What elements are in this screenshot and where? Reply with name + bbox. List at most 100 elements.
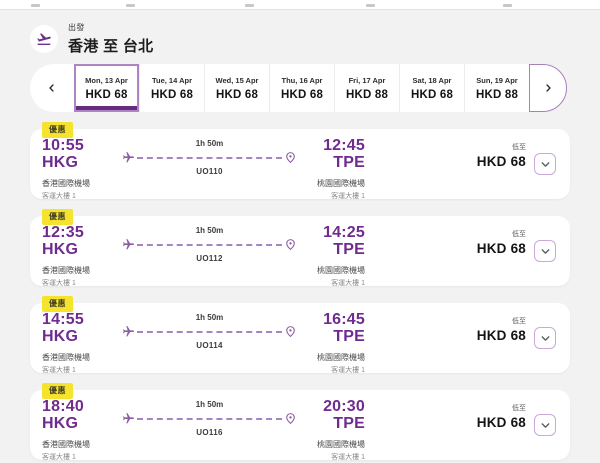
date-label: Tue, 14 Apr xyxy=(151,75,192,85)
departure-time: 12:35 xyxy=(42,224,84,241)
price-label: 低至 xyxy=(512,231,526,238)
route-block: 1h 50m UO112 xyxy=(122,216,297,263)
promo-badge: 優惠 xyxy=(42,122,73,138)
arrival-code: TPE xyxy=(333,240,365,258)
departure-block: 14:55 HKG 香港國際機場 客運大樓 1 xyxy=(42,303,122,375)
plane-right-icon xyxy=(123,326,134,337)
direction-label: 出發 xyxy=(68,23,85,32)
price-value: HKD 68 xyxy=(476,415,526,430)
expand-fare-button[interactable] xyxy=(534,414,556,436)
flight-number: UO116 xyxy=(196,428,223,437)
date-label: Fri, 17 Apr xyxy=(348,75,386,85)
price-block: 低至 HKD 68 xyxy=(477,216,526,256)
expand-fare-button[interactable] xyxy=(534,153,556,175)
chevron-down-icon xyxy=(541,422,549,428)
chevron-down-icon xyxy=(541,248,549,254)
flight-result-uo116: 優惠 18:40 HKG 香港國際機場 客運大樓 1 1h 50m UO116 … xyxy=(30,383,570,462)
arrival-time: 16:45 xyxy=(323,311,365,328)
date-tab-sun-19-apr[interactable]: Sun, 19 Apr HKD 88 xyxy=(464,64,529,112)
flight-card: 12:35 HKG 香港國際機場 客運大樓 1 1h 50m UO112 14:… xyxy=(30,216,570,288)
departure-time: 10:55 xyxy=(42,137,84,154)
arrival-block: 14:25 TPE 桃園國際機場 客運大樓 1 xyxy=(297,216,365,288)
departure-block: 12:35 HKG 香港國際機場 客運大樓 1 xyxy=(42,216,122,288)
flight-number: UO114 xyxy=(196,341,223,350)
location-pin-icon xyxy=(286,239,295,251)
departure-terminal: 客運大樓 1 xyxy=(42,280,76,288)
date-label: Sat, 18 Apr xyxy=(412,75,452,85)
flight-duration: 1h 50m xyxy=(195,400,224,409)
arrival-terminal: 客運大樓 1 xyxy=(331,280,365,288)
route-block: 1h 50m UO114 xyxy=(122,303,297,350)
departure-block: 18:40 HKG 香港國際機場 客運大樓 1 xyxy=(42,390,122,462)
promo-badge: 優惠 xyxy=(42,296,73,312)
price-label: 低至 xyxy=(512,405,526,412)
departure-time: 18:40 xyxy=(42,398,84,415)
price-value: HKD 68 xyxy=(476,154,526,169)
route-block: 1h 50m UO116 xyxy=(122,390,297,437)
departure-airport: 香港國際機場 xyxy=(42,353,90,363)
price-value: HKD 68 xyxy=(476,328,526,343)
date-price: HKD 68 xyxy=(85,88,128,101)
departure-time: 14:55 xyxy=(42,311,84,328)
departure-terminal: 客運大樓 1 xyxy=(42,367,76,375)
departure-code: HKG xyxy=(42,327,79,345)
flight-duration: 1h 50m xyxy=(195,313,224,322)
flight-result-uo110: 優惠 10:55 HKG 香港國際機場 客運大樓 1 1h 50m UO110 … xyxy=(30,122,570,201)
route-block: 1h 50m UO110 xyxy=(122,129,297,176)
chevron-right-icon xyxy=(546,84,551,92)
date-label: Sun, 19 Apr xyxy=(476,75,518,85)
departure-code: HKG xyxy=(42,240,79,258)
departure-code: HKG xyxy=(42,153,79,171)
location-pin-icon xyxy=(286,326,295,338)
prev-dates-button[interactable] xyxy=(30,64,74,112)
location-pin-icon xyxy=(286,152,295,164)
chevron-down-icon xyxy=(541,335,549,341)
date-label: Wed, 15 Apr xyxy=(215,75,259,85)
flight-card: 14:55 HKG 香港國際機場 客運大樓 1 1h 50m UO114 16:… xyxy=(30,303,570,375)
arrival-time: 12:45 xyxy=(323,137,365,154)
departure-block: 10:55 HKG 香港國際機場 客運大樓 1 xyxy=(42,129,122,201)
chevron-left-icon xyxy=(49,84,54,92)
date-label: Mon, 13 Apr xyxy=(85,75,128,85)
departure-terminal: 客運大樓 1 xyxy=(42,454,76,462)
arrival-terminal: 客運大樓 1 xyxy=(331,367,365,375)
date-tab-thu-16-apr[interactable]: Thu, 16 Apr HKD 68 xyxy=(269,64,334,112)
flight-result-uo112: 優惠 12:35 HKG 香港國際機場 客運大樓 1 1h 50m UO112 … xyxy=(30,209,570,288)
expand-fare-button[interactable] xyxy=(534,240,556,262)
flight-duration: 1h 50m xyxy=(195,139,224,148)
price-label: 低至 xyxy=(512,144,526,151)
route-header: 出發 香港 至 台北 xyxy=(30,22,570,56)
chevron-down-icon xyxy=(541,161,549,167)
departure-code: HKG xyxy=(42,414,79,432)
route-dashed-line xyxy=(137,417,282,420)
promo-badge: 優惠 xyxy=(42,209,73,225)
price-block: 低至 HKD 68 xyxy=(477,129,526,169)
departure-terminal: 客運大樓 1 xyxy=(42,193,76,201)
date-price: HKD 88 xyxy=(475,88,519,101)
date-tab-mon-13-apr[interactable]: Mon, 13 Apr HKD 68 xyxy=(74,64,139,112)
next-dates-button[interactable] xyxy=(529,64,567,112)
route-dashed-line xyxy=(137,330,282,333)
cropped-top-strip xyxy=(0,0,600,10)
date-tab-wed-15-apr[interactable]: Wed, 15 Apr HKD 68 xyxy=(204,64,269,112)
price-label: 低至 xyxy=(512,318,526,325)
departure-airport: 香港國際機場 xyxy=(42,266,90,276)
arrival-airport: 桃園國際機場 xyxy=(317,179,365,189)
price-block: 低至 HKD 68 xyxy=(477,390,526,430)
date-price: HKD 68 xyxy=(410,88,454,101)
departure-airport: 香港國際機場 xyxy=(42,179,90,189)
date-tab-fri-17-apr[interactable]: Fri, 17 Apr HKD 88 xyxy=(334,64,399,112)
arrival-time: 20:30 xyxy=(323,398,365,415)
route-dashed-line xyxy=(137,156,282,159)
date-price: HKD 88 xyxy=(345,88,389,101)
plane-right-icon xyxy=(123,413,134,424)
flight-takeoff-icon xyxy=(30,25,58,53)
flight-result-uo114: 優惠 14:55 HKG 香港國際機場 客運大樓 1 1h 50m UO114 … xyxy=(30,296,570,375)
date-tab-sat-18-apr[interactable]: Sat, 18 Apr HKD 68 xyxy=(399,64,464,112)
plane-right-icon xyxy=(123,239,134,250)
arrival-airport: 桃園國際機場 xyxy=(317,266,365,276)
arrival-time: 14:25 xyxy=(323,224,365,241)
expand-fare-button[interactable] xyxy=(534,327,556,349)
date-tab-tue-14-apr[interactable]: Tue, 14 Apr HKD 68 xyxy=(139,64,204,112)
price-value: HKD 68 xyxy=(476,241,526,256)
